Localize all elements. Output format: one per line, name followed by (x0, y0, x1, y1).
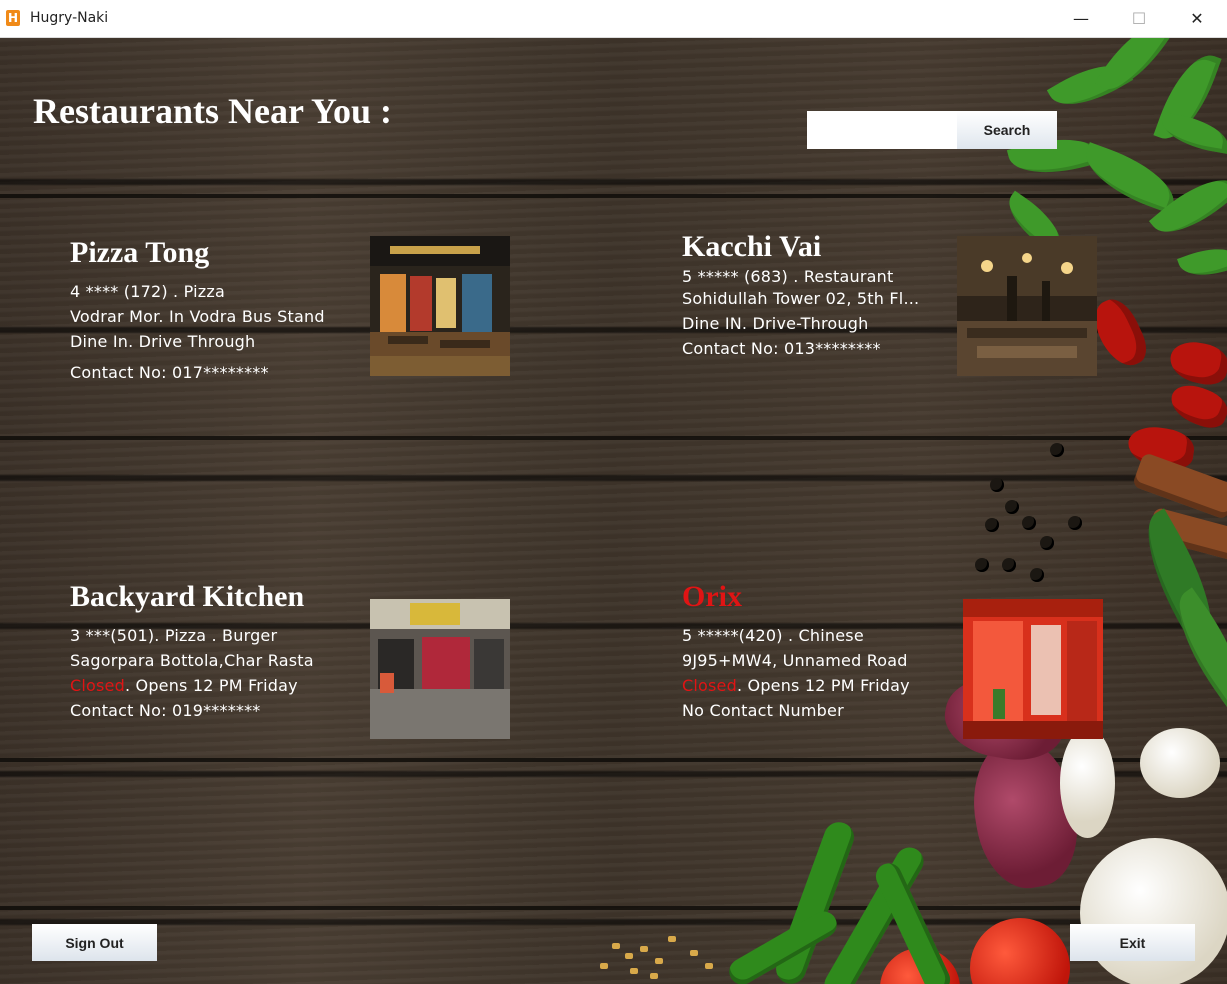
opening-hours: . Opens 12 PM Friday (736, 676, 910, 695)
restaurant-rating: 5 *****(420) . Chinese (682, 626, 864, 645)
page-title: Restaurants Near You : (33, 91, 392, 131)
closed-label: Closed (682, 676, 737, 695)
restaurant-services: Dine In. Drive Through (70, 332, 256, 351)
restaurant-status: Closed. Opens 12 PM Friday (70, 676, 298, 695)
restaurant-photo (963, 599, 1103, 739)
restaurant-services: Dine IN. Drive-Through (682, 314, 869, 333)
restaurant-photo (957, 236, 1097, 376)
restaurant-address: 9J95+MW4, Unnamed Road (682, 651, 908, 670)
plank-divider (0, 758, 1227, 762)
restaurant-card[interactable]: Backyard Kitchen 3 ***(501). Pizza . Bur… (70, 580, 520, 739)
restaurant-address: Sohidullah Tower 02, 5th Fl... (682, 289, 920, 308)
restaurant-rating: 5 ***** (683) . Restaurant (682, 267, 894, 286)
close-button[interactable]: ✕ (1168, 0, 1226, 37)
restaurant-photo (370, 236, 510, 376)
restaurant-contact: Contact No: 013******** (682, 339, 881, 358)
plank-divider (0, 194, 1227, 198)
app-logo-icon: H (6, 10, 20, 26)
restaurant-name[interactable]: Kacchi Vai (682, 230, 821, 264)
plank-divider (0, 906, 1227, 910)
search-input[interactable] (807, 111, 957, 149)
restaurant-name[interactable]: Pizza Tong (70, 236, 209, 270)
restaurant-card[interactable]: Pizza Tong 4 **** (172) . Pizza Vodrar M… (70, 236, 520, 386)
plank-divider (0, 436, 1227, 440)
title-bar: H Hugry-Naki — ☐ ✕ (0, 0, 1227, 38)
restaurant-contact: No Contact Number (682, 701, 844, 720)
restaurant-photo (370, 599, 510, 739)
restaurant-card[interactable]: Kacchi Vai 5 ***** (683) . Restaurant So… (682, 230, 1102, 380)
produce-decoration (0, 38, 1227, 984)
restaurant-name[interactable]: Backyard Kitchen (70, 580, 304, 614)
restaurant-card[interactable]: Orix 5 *****(420) . Chinese 9J95+MW4, Un… (682, 580, 1112, 739)
restaurant-contact: Contact No: 019******* (70, 701, 261, 720)
restaurant-rating: 3 ***(501). Pizza . Burger (70, 626, 278, 645)
opening-hours: . Opens 12 PM Friday (124, 676, 298, 695)
restaurant-status: Closed. Opens 12 PM Friday (682, 676, 910, 695)
window-title: Hugry-Naki (30, 10, 109, 26)
restaurant-address: Sagorpara Bottola,Char Rasta (70, 651, 314, 670)
sign-out-button[interactable]: Sign Out (32, 924, 157, 961)
exit-button[interactable]: Exit (1070, 924, 1195, 961)
restaurant-rating: 4 **** (172) . Pizza (70, 282, 225, 301)
search-button[interactable]: Search (957, 111, 1057, 149)
restaurant-contact: Contact No: 017******** (70, 363, 269, 382)
minimize-button[interactable]: — (1052, 0, 1110, 37)
closed-label: Closed (70, 676, 125, 695)
maximize-button[interactable]: ☐ (1110, 0, 1168, 37)
restaurant-name[interactable]: Orix (682, 580, 742, 614)
restaurant-address: Vodrar Mor. In Vodra Bus Stand (70, 307, 325, 326)
wood-background: Restaurants Near You : Search Pizza Tong… (0, 38, 1227, 984)
